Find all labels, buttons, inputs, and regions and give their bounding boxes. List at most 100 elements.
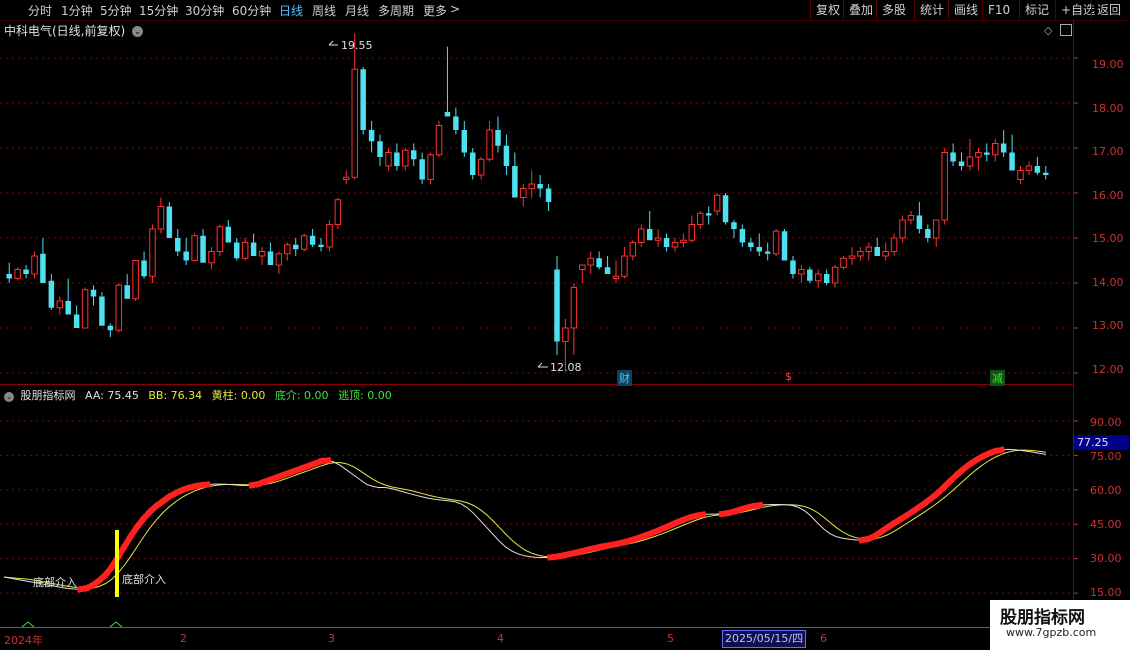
- price-tick: 18.00: [1092, 102, 1124, 115]
- candle-body-up: [427, 154, 434, 180]
- candle-body-up: [621, 255, 628, 277]
- candle-body-up: [300, 235, 308, 250]
- candle-body-down: [1000, 143, 1007, 153]
- candle-body-up: [284, 244, 291, 255]
- candle-body-up: [477, 158, 485, 176]
- event-marker-reduce[interactable]: 减: [990, 370, 1005, 386]
- candle-body-down: [807, 269, 813, 281]
- candle-body-up: [191, 235, 198, 261]
- candle-body-up: [941, 152, 948, 221]
- candle-body-up: [848, 255, 856, 259]
- candle-body-down: [512, 166, 518, 198]
- event-marker-dividend[interactable]: $: [783, 370, 794, 383]
- candle-body-up: [680, 239, 687, 243]
- candle-body-up: [528, 183, 535, 189]
- indicator-title[interactable]: ⌄ 股朋指标网 AA: 75.45 BB: 76.34 黄柱: 0.00 底介:…: [4, 387, 392, 403]
- chart-canvas[interactable]: [0, 0, 1130, 650]
- candle-body-down: [461, 130, 468, 153]
- candle-body-up: [1017, 170, 1024, 180]
- candle-body-down: [394, 152, 400, 166]
- candle-body-up: [435, 125, 443, 156]
- candle-body-down: [646, 229, 653, 241]
- candle-body-up: [157, 206, 165, 230]
- candle-body-up: [486, 129, 493, 160]
- candle-body-down: [48, 280, 55, 308]
- candle-body-down: [705, 213, 712, 216]
- rising-bar-segment: [318, 457, 332, 465]
- indicator-tick: 60.00: [1090, 484, 1122, 497]
- candle-body-up: [402, 149, 409, 167]
- candle-body-down: [731, 222, 737, 229]
- candle-body-down: [200, 235, 206, 263]
- candle-body-down: [925, 229, 931, 238]
- price-tick: 14.00: [1092, 276, 1124, 289]
- candle-body-up: [132, 260, 139, 300]
- chevron-down-icon[interactable]: ⌄: [4, 392, 14, 402]
- candle-body-down: [65, 301, 71, 315]
- indicator-escape-top-value: 逃顶: 0.00: [338, 389, 392, 402]
- candle-body-up: [697, 212, 704, 225]
- candle-body-up: [326, 224, 333, 248]
- candle-body-down: [166, 206, 173, 238]
- candle-body-down: [916, 215, 923, 229]
- candle-body-up: [991, 143, 999, 156]
- rising-bar-segment: [693, 511, 707, 520]
- candle-body-down: [1034, 166, 1041, 173]
- price-axis-divider: [1073, 20, 1074, 630]
- candle-body-down: [318, 244, 324, 247]
- aa-line: [3, 448, 1047, 590]
- indicator-name: 股朋指标网: [20, 389, 76, 402]
- candle-body-up: [258, 251, 266, 257]
- candle-body-down: [141, 260, 147, 277]
- candle-body-down: [537, 184, 543, 189]
- candle-body-up: [629, 242, 637, 257]
- candle-body-down: [6, 274, 12, 279]
- candle-body-down: [663, 238, 670, 247]
- candle-body-down: [234, 242, 240, 259]
- rising-bar-segment: [197, 481, 211, 489]
- candle-body-down: [90, 289, 97, 297]
- indicator-current-value: 77.25: [1074, 435, 1129, 450]
- indicator-bottom-value: 底介: 0.00: [274, 389, 329, 402]
- x-tick: 4: [497, 632, 504, 645]
- x-tick: 3: [328, 632, 335, 645]
- watermark-url: www.7gpzb.com: [1006, 626, 1097, 639]
- candle-body-up: [865, 246, 873, 252]
- candle-body-down: [739, 229, 746, 243]
- candle-body-up: [351, 68, 358, 178]
- panel-divider: [0, 384, 1073, 385]
- indicator-yellow-bar-value: 黄柱: 0.00: [211, 389, 266, 402]
- price-tick: 13.00: [1092, 319, 1124, 332]
- candle-body-up: [671, 242, 679, 248]
- candle-body-down: [604, 267, 611, 274]
- candle-body-down: [410, 150, 417, 160]
- candle-body-up: [899, 219, 906, 239]
- candle-body-up: [688, 224, 696, 241]
- rising-bar-segment: [991, 446, 1006, 455]
- candle-body-down: [950, 152, 956, 162]
- candle-body-up: [638, 228, 645, 243]
- candle-body-up: [857, 251, 864, 257]
- candle-body-up: [882, 251, 889, 257]
- candle-body-up: [1025, 165, 1033, 171]
- candle-body-down: [368, 130, 375, 142]
- event-marker-finance[interactable]: 财: [617, 370, 632, 386]
- candle-body-down: [225, 226, 232, 243]
- candle-body-down: [958, 161, 965, 166]
- x-cursor-date: 2025/05/15/四: [722, 630, 806, 648]
- candle-body-down: [453, 116, 459, 130]
- candle-body-up: [275, 253, 283, 266]
- candle-body-up: [241, 242, 249, 259]
- candle-body-down: [309, 235, 316, 245]
- candle-body-down: [23, 269, 29, 274]
- candle-body-up: [654, 237, 662, 241]
- candle-body-down: [764, 251, 771, 254]
- candle-body-up: [579, 264, 586, 270]
- candle-body-down: [267, 251, 274, 265]
- candle-body-up: [56, 300, 64, 309]
- candle-body-up: [815, 273, 822, 282]
- price-tick: 15.00: [1092, 232, 1124, 245]
- indicator-bb-value: BB: 76.34: [148, 389, 203, 402]
- candle-body-up: [612, 275, 620, 279]
- high-price-label: 19.55: [341, 39, 373, 52]
